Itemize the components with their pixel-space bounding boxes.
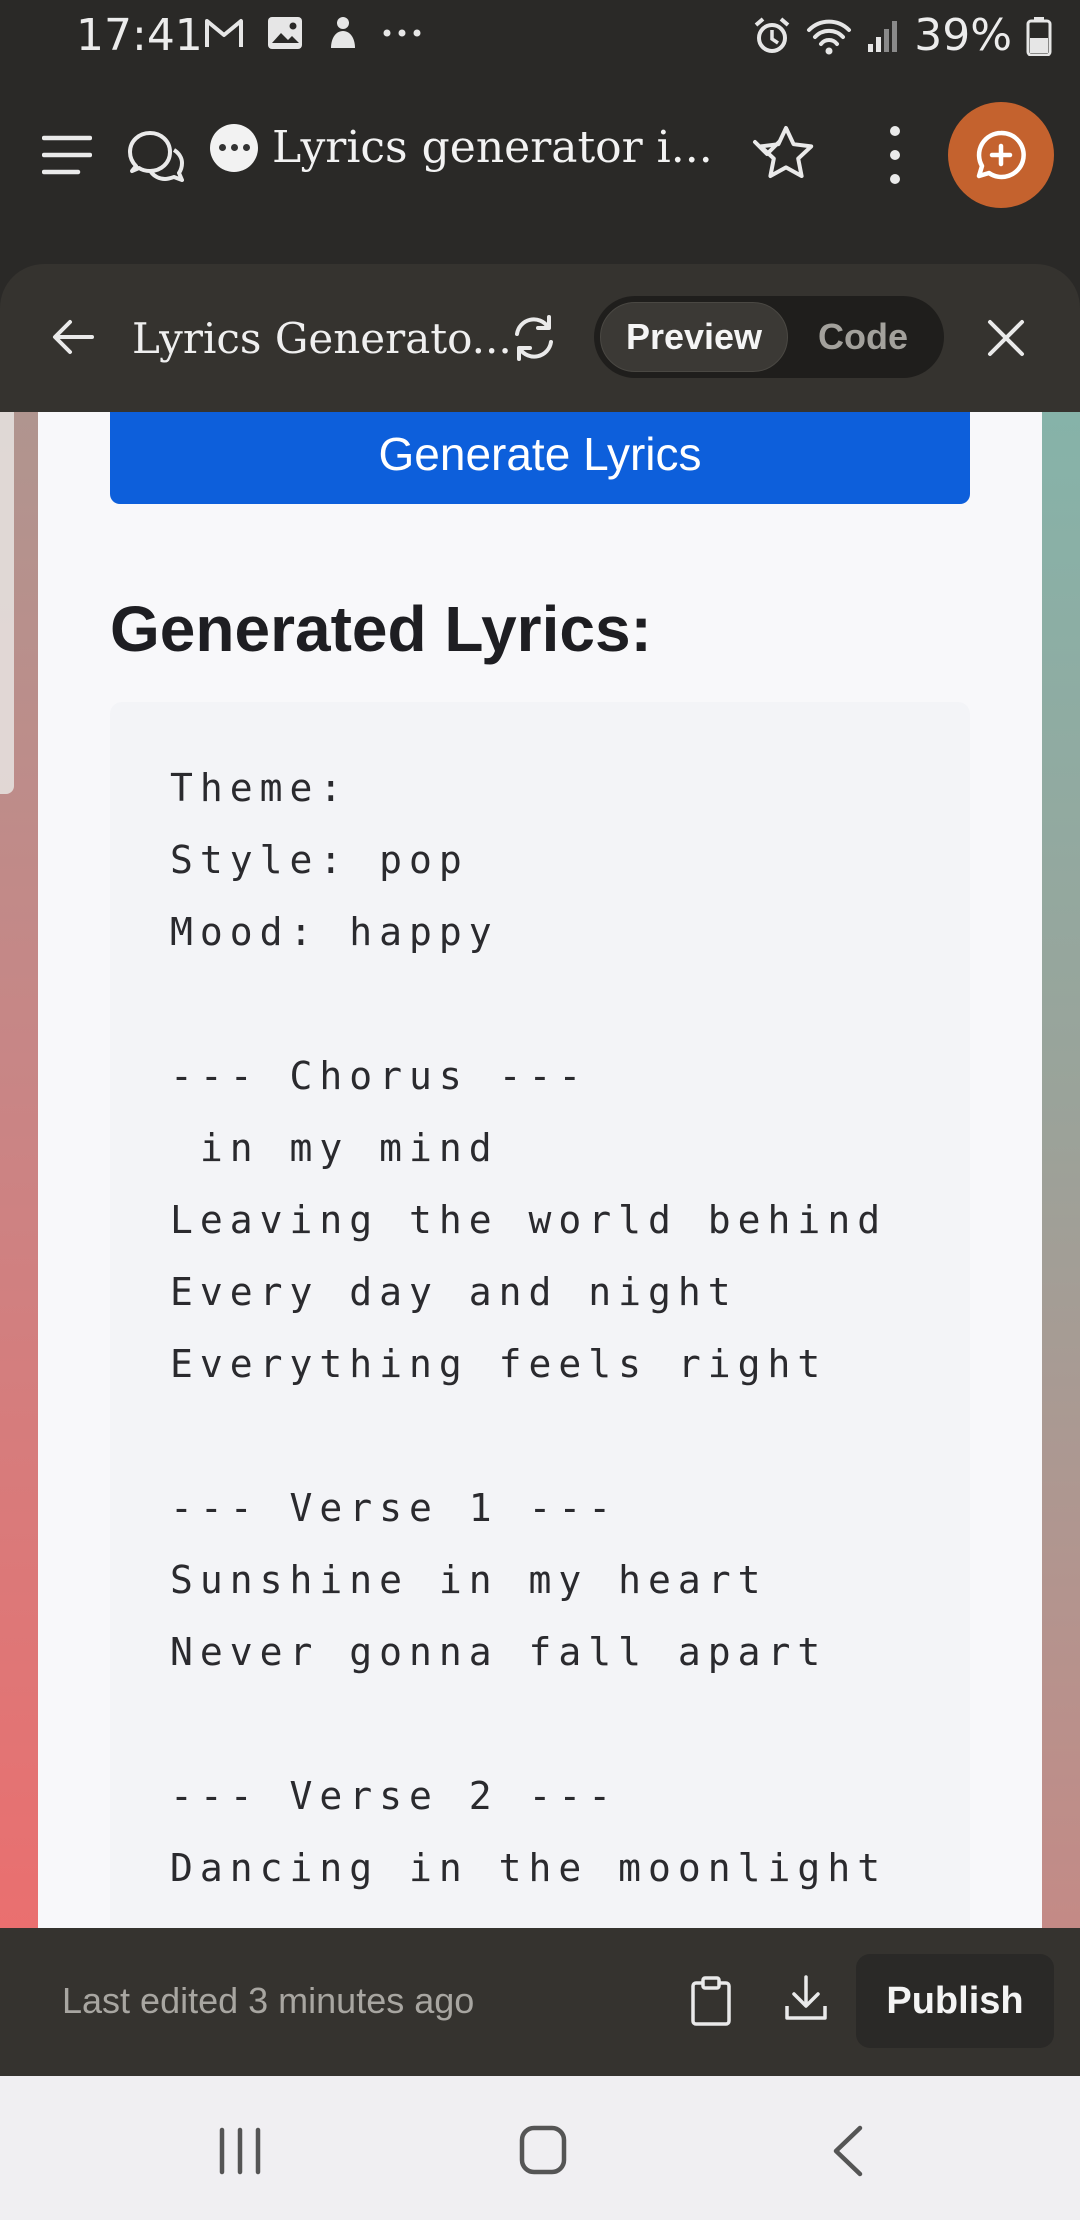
system-navigation-bar [0, 2076, 1080, 2220]
home-icon[interactable] [518, 2124, 568, 2176]
app-bar: Lyrics generator i... [0, 72, 1080, 242]
status-bar: 17:41 39% [0, 0, 1080, 72]
refresh-icon[interactable] [508, 312, 560, 364]
lyrics-app-card: Generate Lyrics Generated Lyrics: Theme:… [38, 412, 1042, 1932]
chat-bubble-icon [210, 123, 258, 172]
battery-percent: 39% [914, 10, 1012, 61]
lyrics-text: Theme: Style: pop Mood: happy --- Chorus… [170, 766, 888, 1890]
star-icon[interactable] [756, 124, 816, 184]
copy-clipboard-icon[interactable] [690, 1976, 732, 2026]
artifact-header: Lyrics Generato... Preview Code [0, 264, 1080, 412]
system-icons: 39% [752, 10, 1052, 61]
generated-lyrics-heading: Generated Lyrics: [110, 593, 652, 665]
conversation-title-dropdown[interactable]: Lyrics generator i... [210, 122, 787, 173]
tab-code[interactable]: Code [788, 302, 938, 372]
download-icon[interactable] [784, 1974, 828, 2022]
artifact-title: Lyrics Generato... [132, 314, 512, 363]
last-edited-status: Last edited 3 minutes ago [62, 1980, 475, 2021]
close-icon[interactable] [984, 316, 1028, 360]
back-icon[interactable] [826, 2124, 870, 2178]
more-dots-icon [383, 29, 421, 37]
preview-gradient-edge [1042, 412, 1080, 1932]
app-icon [331, 17, 355, 48]
wifi-icon [807, 19, 852, 54]
lyrics-output-box: Theme: Style: pop Mood: happy --- Chorus… [110, 702, 970, 1932]
tab-preview[interactable]: Preview [600, 302, 788, 372]
signal-icon [868, 20, 898, 52]
battery-icon [1026, 16, 1052, 56]
chats-icon[interactable] [128, 130, 184, 182]
hamburger-menu-icon[interactable] [42, 132, 92, 178]
notification-icons [204, 14, 422, 52]
view-toggle: Preview Code [594, 296, 944, 378]
new-chat-icon [976, 130, 1026, 180]
artifact-preview[interactable]: Generate Lyrics Generated Lyrics: Theme:… [0, 412, 1080, 1932]
new-chat-button[interactable] [948, 102, 1054, 208]
artifact-panel: Lyrics Generato... Preview Code Generate… [0, 264, 1080, 1932]
more-options-icon[interactable] [880, 122, 910, 188]
generate-lyrics-button[interactable]: Generate Lyrics [110, 412, 970, 504]
back-arrow-icon[interactable] [48, 312, 98, 362]
gallery-icon [268, 17, 302, 49]
conversation-title: Lyrics generator i... [272, 122, 713, 173]
publish-button[interactable]: Publish [856, 1954, 1054, 2048]
alarm-icon [754, 16, 790, 53]
scrollbar-thumb[interactable] [0, 412, 14, 794]
status-time: 17:41 [76, 10, 203, 61]
gmail-icon [205, 19, 243, 47]
artifact-footer: Last edited 3 minutes ago Publish [0, 1928, 1080, 2076]
recent-apps-icon[interactable] [216, 2126, 264, 2176]
